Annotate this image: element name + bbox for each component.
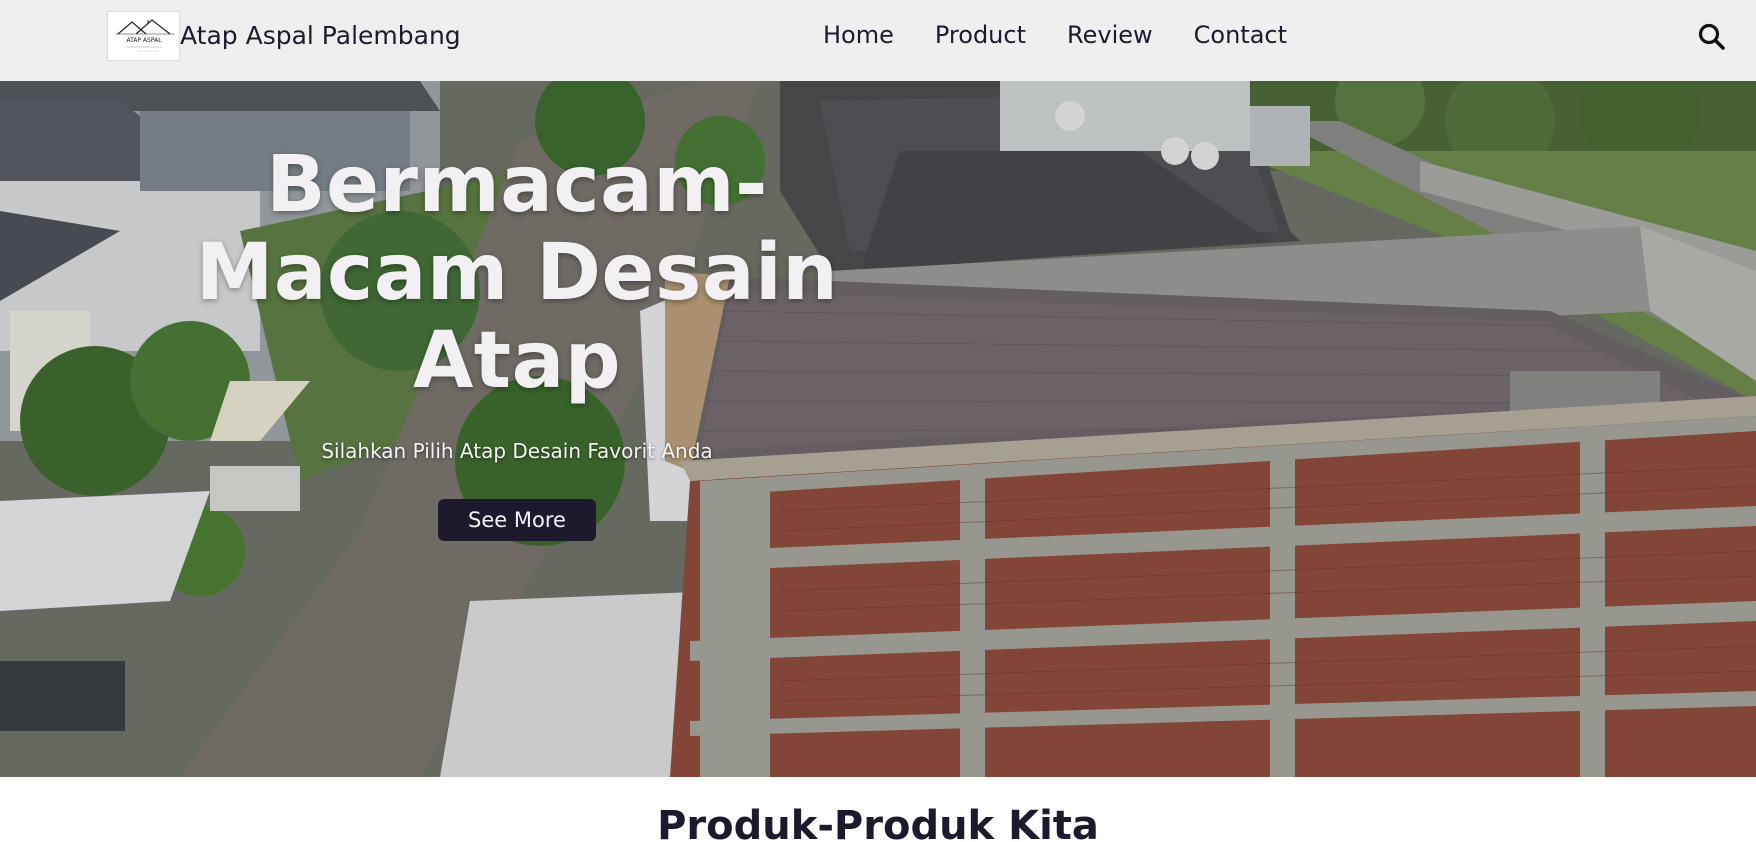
- hero-title-line-3: Atap: [412, 316, 622, 406]
- see-more-button[interactable]: See More: [438, 499, 596, 541]
- house-roof-logo-icon: ATAP ASPAL: [116, 19, 174, 52]
- brand-name[interactable]: Atap Aspal Palembang: [180, 21, 461, 50]
- hero-banner: Bermacam- Macam Desain Atap Silahkan Pil…: [0, 81, 1756, 777]
- search-icon: [1698, 23, 1725, 50]
- logo-text: ATAP ASPAL: [126, 37, 162, 44]
- brand-logo[interactable]: ATAP ASPAL: [107, 11, 180, 61]
- nav-link-contact[interactable]: Contact: [1194, 21, 1287, 49]
- nav-link-home[interactable]: Home: [823, 21, 894, 49]
- hero-subtitle: Silahkan Pilih Atap Desain Favorit Anda: [321, 439, 713, 463]
- hero-title-line-2: Macam Desain: [195, 228, 839, 318]
- nav-link-review[interactable]: Review: [1067, 21, 1153, 49]
- hero-title-line-1: Bermacam-: [266, 140, 768, 230]
- nav-link-product[interactable]: Product: [935, 21, 1026, 49]
- main-nav: Home Product Review Contact: [823, 21, 1287, 49]
- hero-content: Bermacam- Macam Desain Atap Silahkan Pil…: [150, 141, 884, 541]
- navbar: ATAP ASPAL Atap Aspal Palembang Home Pro…: [0, 0, 1756, 81]
- search-button[interactable]: [1697, 22, 1727, 52]
- hero-title: Bermacam- Macam Desain Atap: [150, 141, 884, 405]
- products-section-heading: Produk-Produk Kita: [657, 803, 1099, 842]
